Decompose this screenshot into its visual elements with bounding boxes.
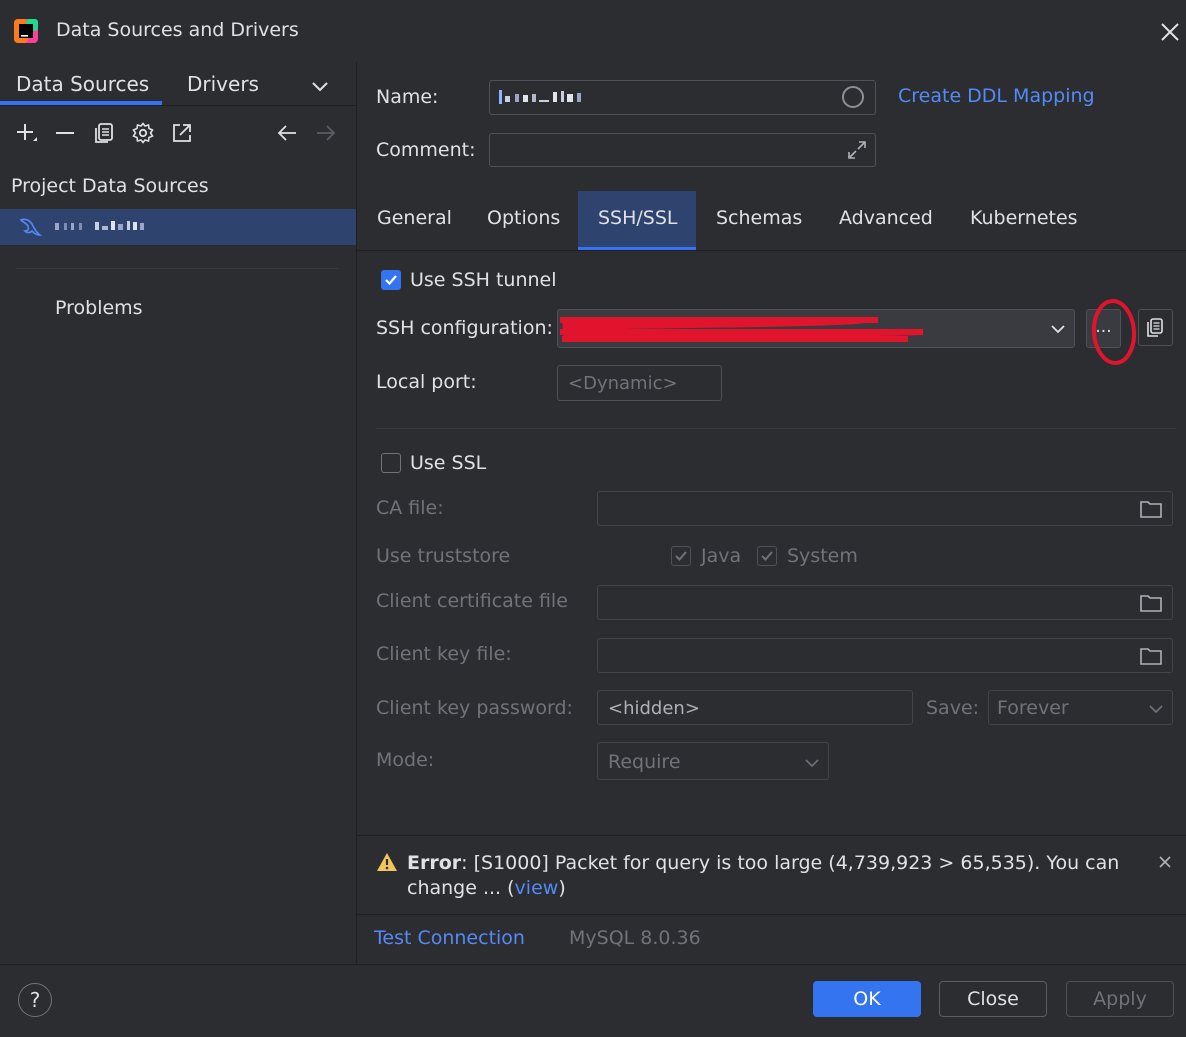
expand-icon[interactable] bbox=[846, 139, 868, 161]
tab-schemas[interactable]: Schemas bbox=[716, 207, 802, 229]
use-ssl-checkbox[interactable] bbox=[381, 453, 401, 473]
forward-arrow-icon[interactable] bbox=[314, 121, 338, 145]
copy-icon bbox=[1147, 318, 1163, 337]
chevron-down-icon[interactable] bbox=[1048, 319, 1068, 339]
save-value: Forever bbox=[997, 697, 1069, 719]
checkmark-icon bbox=[385, 275, 397, 286]
java-label: Java bbox=[701, 545, 742, 567]
client-certificate-input[interactable] bbox=[597, 585, 1173, 620]
tab-kubernetes[interactable]: Kubernetes bbox=[970, 207, 1078, 229]
divider bbox=[357, 914, 1186, 915]
left-panel bbox=[0, 62, 357, 964]
client-key-file-label: Client key file: bbox=[376, 643, 512, 665]
back-arrow-icon[interactable] bbox=[275, 121, 299, 145]
ca-file-label: CA file: bbox=[376, 497, 444, 519]
divider bbox=[16, 268, 338, 269]
divider bbox=[376, 428, 1176, 429]
divider bbox=[357, 250, 1186, 251]
gear-icon[interactable] bbox=[131, 121, 155, 145]
save-label: Save: bbox=[926, 697, 980, 719]
driver-version: MySQL 8.0.36 bbox=[569, 927, 701, 949]
local-port-label: Local port: bbox=[376, 371, 477, 393]
redacted-name-value bbox=[499, 90, 581, 104]
add-icon[interactable] bbox=[14, 121, 38, 145]
system-truststore-checkbox[interactable] bbox=[757, 546, 777, 566]
annotation-circle bbox=[1091, 299, 1137, 365]
tab-general[interactable]: General bbox=[377, 207, 452, 229]
problems-item[interactable]: Problems bbox=[55, 297, 143, 319]
close-icon[interactable] bbox=[1157, 854, 1173, 870]
mode-value: Require bbox=[608, 751, 681, 773]
ssh-configuration-label: SSH configuration: bbox=[376, 317, 553, 339]
color-picker-circle[interactable] bbox=[842, 86, 864, 108]
tab-ssh-ssl[interactable]: SSH/SSL bbox=[598, 207, 678, 229]
name-label: Name: bbox=[376, 86, 439, 108]
tab-advanced[interactable]: Advanced bbox=[839, 207, 933, 229]
datagrip-app-icon bbox=[14, 19, 38, 43]
copy-ssh-config-button[interactable] bbox=[1138, 309, 1173, 346]
chevron-down-icon[interactable] bbox=[803, 754, 821, 772]
folder-icon[interactable] bbox=[1139, 499, 1163, 519]
section-title: Project Data Sources bbox=[11, 175, 209, 197]
close-window-icon[interactable] bbox=[1156, 18, 1184, 46]
remove-icon[interactable] bbox=[53, 121, 77, 145]
close-button[interactable]: Close bbox=[939, 981, 1047, 1017]
client-certificate-label: Client certificate file bbox=[376, 590, 568, 612]
use-ssh-tunnel-label: Use SSH tunnel bbox=[410, 269, 557, 291]
warning-icon bbox=[377, 853, 397, 871]
use-truststore-label: Use truststore bbox=[376, 545, 511, 567]
create-ddl-mapping-link[interactable]: Create DDL Mapping bbox=[898, 85, 1095, 107]
password-value: <hidden> bbox=[608, 698, 700, 719]
chevron-down-icon[interactable] bbox=[310, 76, 330, 96]
chevron-down-icon[interactable] bbox=[1147, 700, 1165, 718]
use-ssl-label: Use SSL bbox=[410, 452, 487, 474]
folder-icon[interactable] bbox=[1139, 646, 1163, 666]
view-link[interactable]: view bbox=[515, 877, 559, 899]
ok-button[interactable]: OK bbox=[813, 981, 921, 1017]
error-suffix: ) bbox=[558, 877, 566, 899]
tab-drivers[interactable]: Drivers bbox=[187, 72, 259, 96]
help-button[interactable]: ? bbox=[18, 983, 52, 1017]
checkmark-icon bbox=[675, 551, 687, 561]
redaction-scribble bbox=[560, 317, 923, 342]
local-port-placeholder: <Dynamic> bbox=[568, 373, 678, 394]
checkmark-icon bbox=[761, 551, 773, 561]
ca-file-input[interactable] bbox=[597, 491, 1173, 526]
comment-input[interactable] bbox=[489, 133, 876, 167]
divider bbox=[0, 105, 356, 106]
mysql-dolphin-icon bbox=[19, 218, 42, 236]
client-key-password-label: Client key password: bbox=[376, 697, 573, 719]
redacted-data-source-name bbox=[55, 221, 144, 230]
tab-options[interactable]: Options bbox=[487, 207, 560, 229]
system-label: System bbox=[787, 545, 858, 567]
client-key-file-input[interactable] bbox=[597, 638, 1173, 673]
comment-label: Comment: bbox=[376, 139, 476, 161]
java-truststore-checkbox[interactable] bbox=[671, 546, 691, 566]
error-message: Error: [S1000] Packet for query is too l… bbox=[407, 852, 1120, 899]
mode-label: Mode: bbox=[376, 749, 435, 771]
data-source-item[interactable] bbox=[0, 209, 356, 245]
test-connection-link[interactable]: Test Connection bbox=[374, 927, 525, 949]
folder-icon[interactable] bbox=[1139, 593, 1163, 613]
duplicate-icon[interactable] bbox=[92, 121, 116, 145]
window-title: Data Sources and Drivers bbox=[56, 19, 299, 41]
apply-button[interactable]: Apply bbox=[1066, 981, 1174, 1017]
use-ssh-tunnel-checkbox[interactable] bbox=[381, 270, 401, 290]
tab-data-sources[interactable]: Data Sources bbox=[16, 72, 149, 96]
open-external-icon[interactable] bbox=[170, 121, 194, 145]
error-prefix: Error bbox=[407, 852, 462, 874]
